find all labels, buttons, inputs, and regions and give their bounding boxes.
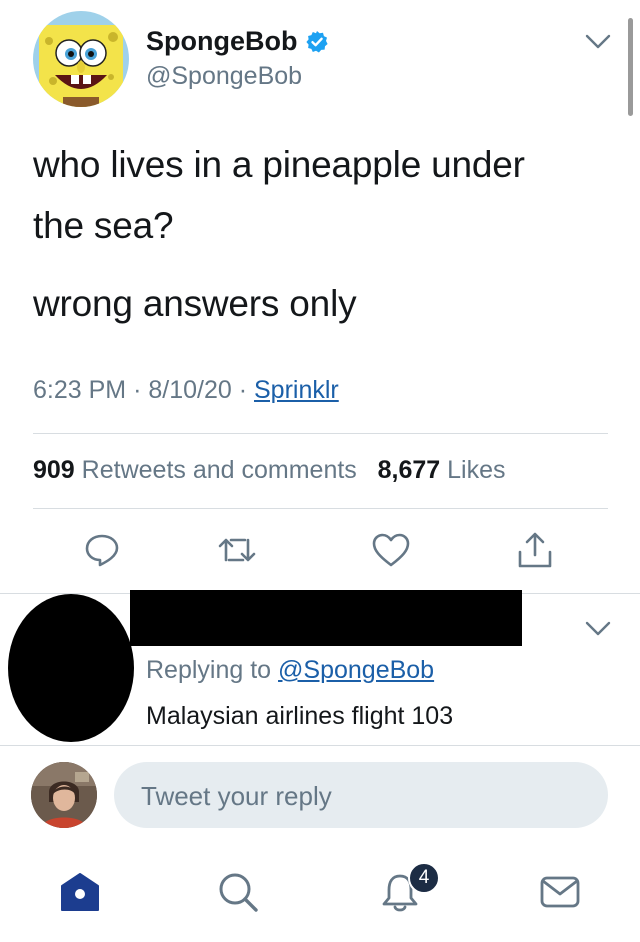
reply-text: Malaysian airlines flight 103	[146, 702, 454, 730]
user-avatar-icon	[31, 762, 97, 828]
tab-messages[interactable]	[535, 867, 585, 917]
verified-badge-icon	[306, 30, 329, 52]
author-handle[interactable]: @SpongeBob	[146, 62, 302, 91]
replying-to: Replying to @SpongeBob	[146, 656, 434, 685]
likes-stat[interactable]: 8,677 Likes	[378, 456, 506, 484]
my-avatar[interactable]	[31, 762, 97, 828]
author-name-row: SpongeBob	[146, 26, 329, 57]
chevron-down-icon[interactable]	[585, 621, 611, 637]
tweet-time: 6:23 PM	[33, 376, 127, 404]
home-icon	[61, 873, 99, 911]
redacted-name-bar	[130, 590, 522, 646]
likes-count: 8,677	[377, 456, 441, 484]
scrollbar[interactable]	[628, 18, 633, 116]
retweets-count: 909	[33, 456, 75, 484]
divider	[0, 745, 640, 746]
meta-separator: ·	[133, 376, 142, 404]
tweet-stats: 909 Retweets and comments 8,677 Likes	[33, 456, 506, 485]
retweet-icon	[218, 538, 256, 562]
redacted-avatar	[8, 594, 134, 742]
tweet-source-link[interactable]: Sprinklr	[254, 376, 339, 404]
replying-prefix: Replying to	[146, 656, 272, 684]
author-name[interactable]: SpongeBob	[146, 26, 297, 57]
reply-composer[interactable]	[114, 762, 608, 830]
share-icon	[518, 532, 552, 568]
search-icon	[219, 873, 258, 912]
tab-search[interactable]	[213, 867, 263, 917]
like-icon	[372, 533, 410, 567]
retweet-button[interactable]	[215, 528, 259, 572]
tweet-text-line: the sea?	[33, 205, 174, 246]
tweet-text-line: who lives in a pineapple under	[33, 144, 525, 185]
meta-separator: ·	[238, 376, 248, 404]
reply-icon	[85, 534, 119, 567]
tweet-meta: 6:23 PM · 8/10/20 · Sprinklr	[33, 376, 339, 405]
tweet-date: 8/10/20	[148, 376, 232, 404]
mention-link[interactable]: @SpongeBob	[278, 656, 434, 684]
divider	[33, 508, 608, 509]
share-button[interactable]	[513, 528, 557, 572]
notifications-badge: 4	[408, 862, 440, 894]
likes-label: Likes	[447, 456, 506, 484]
retweets-stat[interactable]: 909 Retweets and comments	[33, 456, 357, 484]
divider	[33, 433, 608, 434]
author-avatar[interactable]	[33, 11, 129, 107]
spongebob-avatar-icon	[33, 11, 129, 107]
retweets-label: Retweets and comments	[81, 456, 357, 484]
chevron-down-icon[interactable]	[585, 34, 611, 50]
tweet-text-line: wrong answers only	[33, 283, 357, 324]
reply-input[interactable]	[139, 762, 583, 830]
tab-home[interactable]	[55, 867, 105, 917]
reply-button[interactable]	[80, 528, 124, 572]
messages-icon	[540, 876, 580, 908]
like-button[interactable]	[369, 528, 413, 572]
